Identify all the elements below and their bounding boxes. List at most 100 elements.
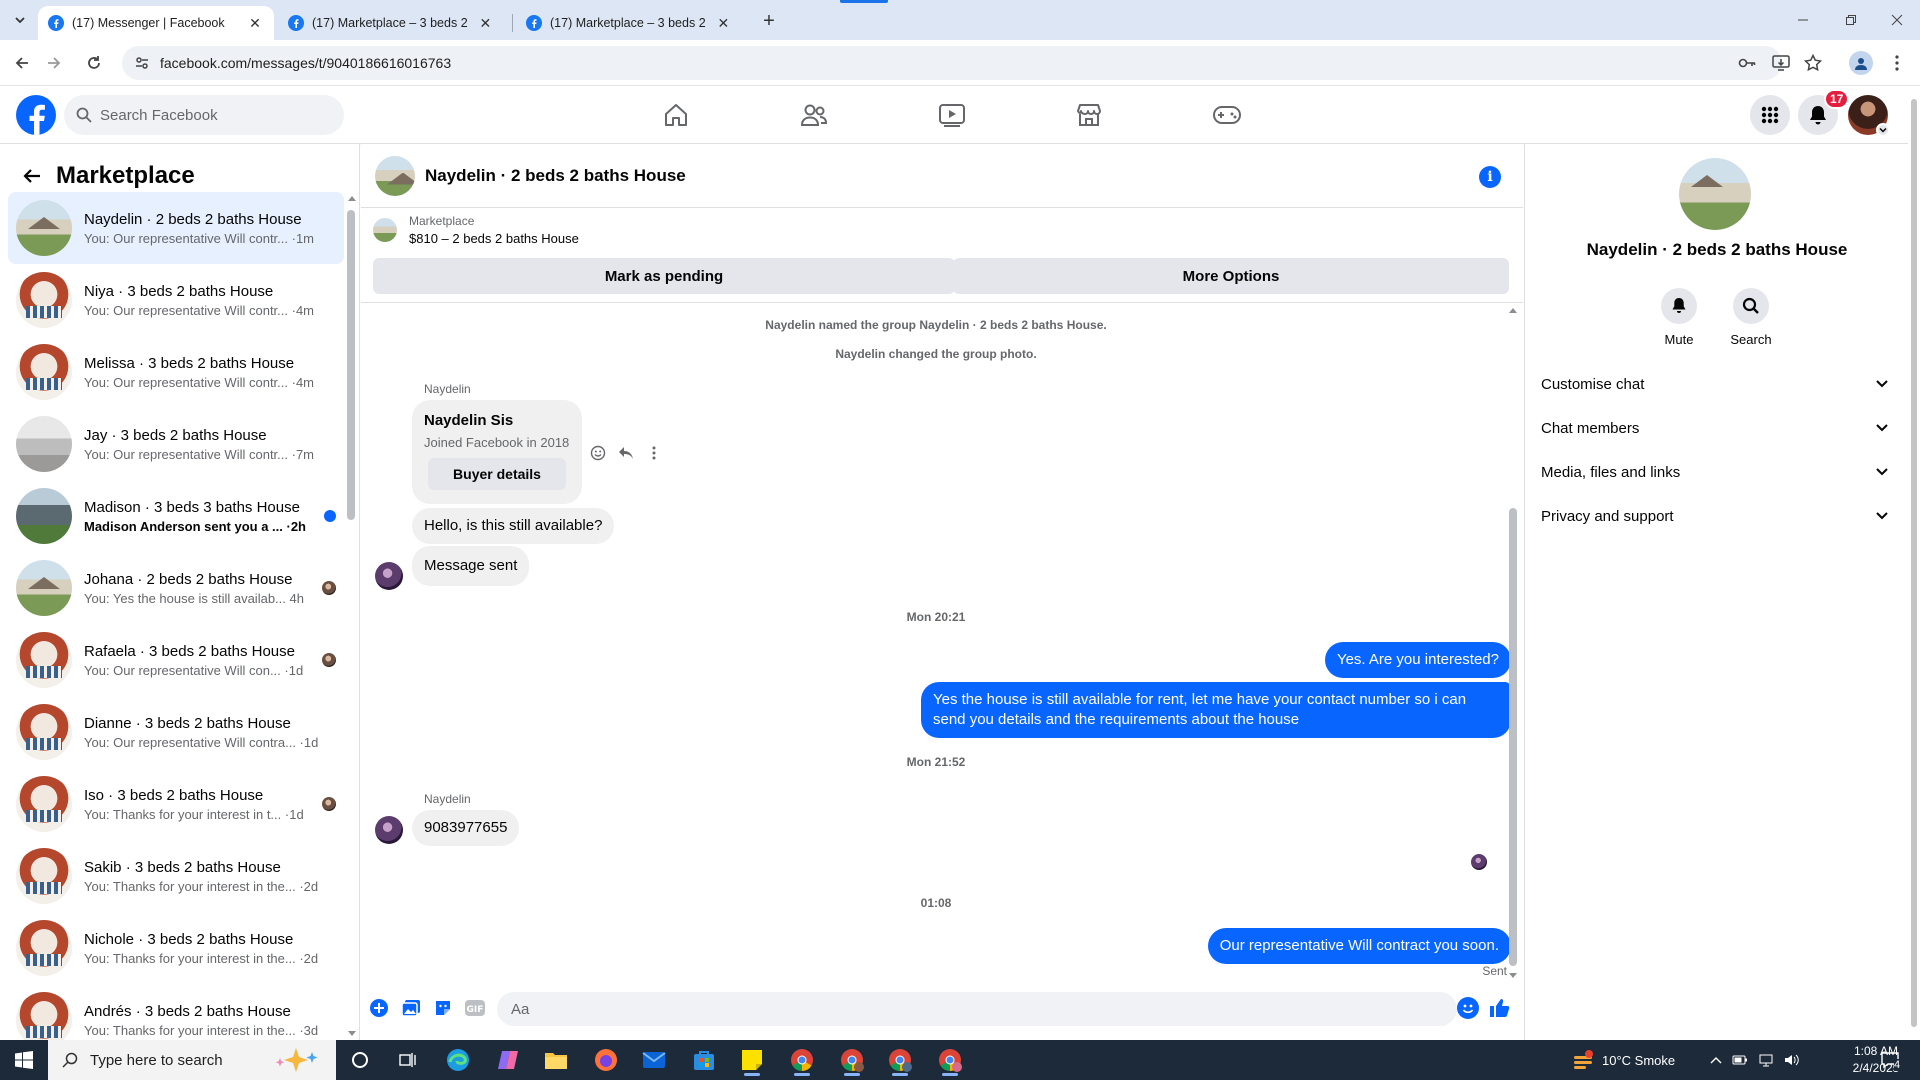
chat-avatar[interactable] [375,155,415,196]
gif-icon[interactable]: GIF [461,994,489,1022]
listing-thumbnail [16,920,72,976]
group-avatar[interactable] [1679,158,1751,230]
reply-icon[interactable] [617,444,635,462]
back-arrow-button[interactable] [16,160,48,192]
thread-scrollbar[interactable] [1507,308,1519,978]
browser-menu-button[interactable] [1882,46,1912,80]
conversation-item[interactable]: Dianne · 3 beds 2 baths House You: Our re… [8,696,344,768]
scroll-down-arrow-icon[interactable] [1509,973,1517,978]
scrollbar-thumb[interactable] [1911,99,1917,1027]
more-options-button[interactable]: More Options [953,258,1509,294]
new-tab-button[interactable]: + [758,10,780,32]
nav-friends-button[interactable] [794,95,834,135]
microsoft-store-icon[interactable] [684,1044,724,1076]
action-center-button[interactable]: 4 [1880,1040,1901,1080]
attach-photo-icon[interactable] [397,994,425,1022]
chrome-profile-3-icon[interactable] [880,1044,920,1076]
conversation-item[interactable]: Sakib · 3 beds 2 baths House You: Thanks … [8,840,344,912]
mark-as-pending-button[interactable]: Mark as pending [373,258,955,294]
browser-tab-messenger[interactable]: (17) Messenger | Facebook ✕ [38,6,274,40]
bookmark-star-icon[interactable] [1798,46,1828,80]
close-tab-icon[interactable]: ✕ [715,14,732,32]
listing-banner[interactable]: Marketplace $810 – 2 beds 2 baths House [361,208,1523,252]
bell-icon [1661,288,1697,324]
thumbs-up-icon[interactable] [1485,994,1513,1022]
tab-search-button[interactable] [8,8,32,32]
scroll-up-arrow-icon[interactable] [348,196,356,201]
install-app-icon[interactable] [1766,46,1796,80]
conversation-item[interactable]: Madison · 3 beds 3 baths House Madison An… [8,480,344,552]
edge-browser-icon[interactable] [438,1044,478,1076]
conversation-item[interactable]: Melissa · 3 beds 2 baths House You: Our r… [8,336,344,408]
page-scrollbar[interactable] [1908,87,1920,1040]
conversation-item[interactable]: Johana · 2 beds 2 baths House You: Yes th… [8,552,344,624]
password-key-icon[interactable] [1732,46,1762,80]
scrollbar-thumb[interactable] [347,210,355,520]
close-window-button[interactable] [1874,0,1920,40]
sidebar-scrollbar[interactable] [346,196,356,1036]
chrome-profile-4-icon[interactable] [930,1044,970,1076]
message-input[interactable]: Aa [497,992,1457,1026]
conversation-item[interactable]: Jay · 3 beds 2 baths House You: Our repre… [8,408,344,480]
scroll-down-arrow-icon[interactable] [348,1031,356,1036]
task-view-cortana-icon[interactable] [340,1044,380,1076]
more-actions-icon[interactable] [645,444,663,462]
chat-title[interactable]: Naydelin · 2 beds 2 baths House [425,166,686,186]
omnibox[interactable]: facebook.com/messages/t/9040186616016763 [122,46,1782,80]
weather-widget[interactable]: 10°C Smoke [1572,1040,1675,1080]
task-view-icon[interactable] [388,1044,428,1076]
nav-gaming-button[interactable] [1207,95,1247,135]
scroll-up-arrow-icon[interactable] [1509,308,1517,313]
conversation-item[interactable]: Naydelin · 2 beds 2 baths House You: Our … [8,192,344,264]
restore-window-button[interactable] [1828,0,1874,40]
reload-button[interactable] [80,49,108,77]
firefox-icon[interactable] [586,1044,626,1076]
conversation-item[interactable]: Iso · 3 beds 2 baths House You: Thanks fo… [8,768,344,840]
account-avatar[interactable] [1848,95,1890,137]
section-customise-chat[interactable]: Customise chat [1541,362,1893,406]
start-button[interactable] [0,1040,48,1080]
react-emoji-icon[interactable] [589,444,607,462]
chrome-profile-2-icon[interactable] [832,1044,872,1076]
site-info-icon[interactable] [128,49,156,77]
emoji-icon[interactable] [1457,997,1479,1019]
minimize-window-button[interactable] [1780,0,1826,40]
copilot-icon[interactable] [488,1044,528,1076]
profile-icon [1849,51,1873,75]
section-media-files-links[interactable]: Media, files and links [1541,450,1893,494]
menu-button[interactable] [1750,95,1790,135]
forward-button[interactable] [40,49,68,77]
facebook-search-input[interactable]: Search Facebook [64,95,344,135]
nav-marketplace-button[interactable] [1069,95,1109,135]
conversation-item[interactable]: Rafaela · 3 beds 2 baths House You: Our r… [8,624,344,696]
close-tab-icon[interactable]: ✕ [477,14,494,32]
sticky-notes-icon[interactable] [732,1044,772,1076]
conversation-item[interactable]: Andrés · 3 beds 2 baths House You: Thanks… [8,984,344,1040]
search-action[interactable]: Search [1715,288,1787,347]
mail-icon[interactable] [634,1044,674,1076]
taskbar-search-input[interactable]: Type here to search [48,1040,336,1080]
conversation-item[interactable]: Nichole · 3 beds 2 baths House You: Thank… [8,912,344,984]
conversation-preview: You: Our representative Will contr... ·1… [84,230,315,246]
conversation-item[interactable]: Niya · 3 beds 2 baths House You: Our repr… [8,264,344,336]
scrollbar-thumb[interactable] [1509,508,1517,966]
profile-button[interactable] [1846,46,1876,80]
nav-home-button[interactable] [656,95,696,135]
info-icon[interactable]: i [1479,166,1501,188]
browser-tab-marketplace-2[interactable]: (17) Marketplace – 3 beds 2 ba ✕ [516,6,742,40]
section-privacy-support[interactable]: Privacy and support [1541,494,1893,538]
buyer-details-button[interactable]: Buyer details [428,458,566,490]
mute-action[interactable]: Mute [1643,288,1715,347]
section-chat-members[interactable]: Chat members [1541,406,1893,450]
nav-video-button[interactable] [932,95,972,135]
browser-address-bar: facebook.com/messages/t/9040186616016763 [0,40,1920,86]
browser-tab-marketplace-1[interactable]: (17) Marketplace – 3 beds 2 ba ✕ [278,6,504,40]
add-more-icon[interactable] [365,994,393,1022]
marketplace-store-icon [1077,104,1101,126]
sticker-icon[interactable] [429,994,457,1022]
back-button[interactable] [8,49,36,77]
chrome-icon[interactable] [782,1044,822,1076]
facebook-logo-icon[interactable] [16,95,56,135]
file-explorer-icon[interactable] [536,1044,576,1076]
close-tab-icon[interactable]: ✕ [246,14,264,32]
